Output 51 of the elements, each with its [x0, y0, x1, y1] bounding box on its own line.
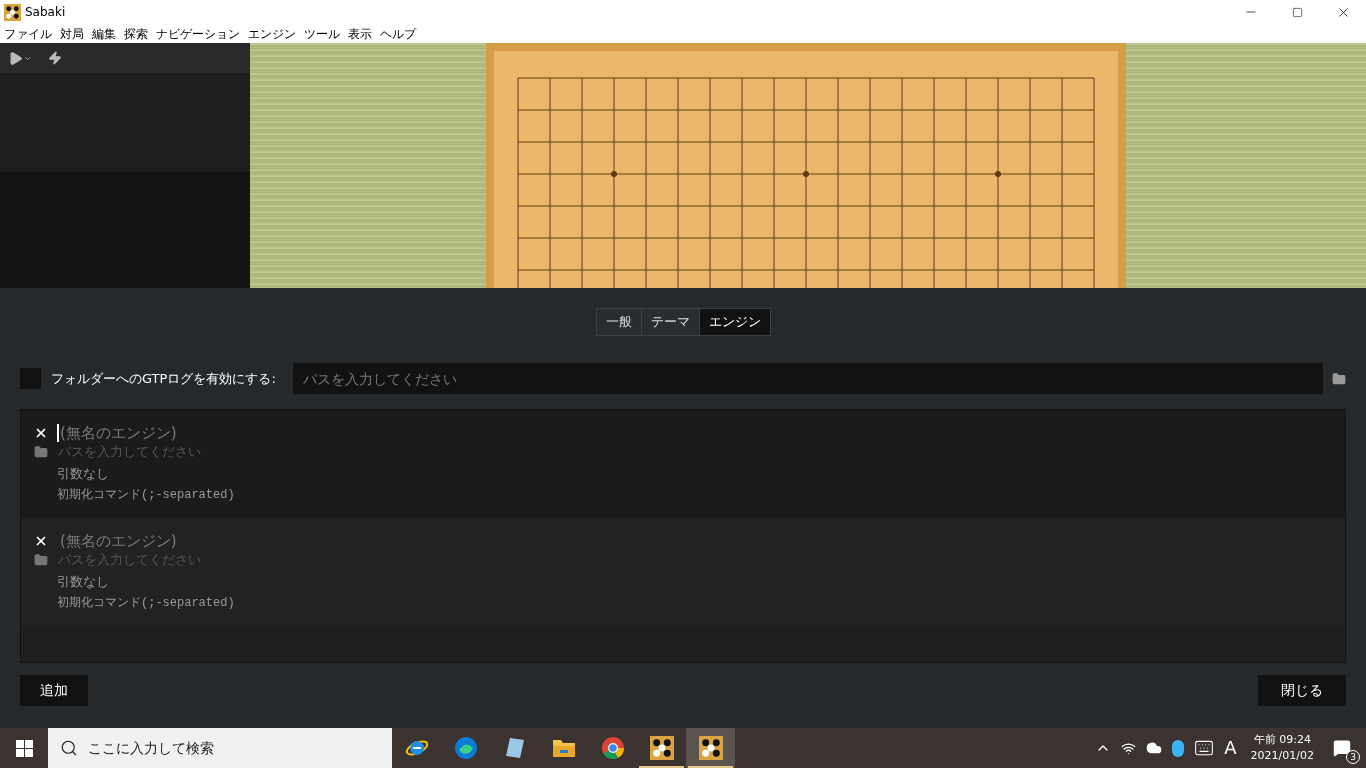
menu-item[interactable]: エンジン [248, 27, 296, 40]
oval-tray-icon[interactable] [1172, 739, 1185, 757]
folder-icon [551, 737, 576, 759]
search-icon [60, 739, 78, 757]
menu-item[interactable]: 探索 [124, 27, 148, 40]
notepad-icon [503, 736, 526, 760]
close-dialog-button[interactable]: 閉じる [1258, 675, 1346, 706]
folder-icon[interactable] [34, 553, 48, 567]
keyboard-icon[interactable] [1194, 738, 1215, 758]
taskbar-app-button[interactable] [686, 728, 735, 768]
folder-icon[interactable] [1332, 371, 1346, 386]
wave-circle-icon [453, 736, 478, 760]
folder-icon[interactable] [34, 445, 48, 459]
engine-name-field[interactable]: (無名のエンジン) [59, 529, 1333, 553]
remove-icon[interactable] [34, 426, 48, 440]
taskbar-search-field[interactable]: ここに入力して検索 [48, 728, 392, 768]
path-input-field[interactable]: パスを入力してください [292, 363, 1323, 394]
menu-item[interactable]: ツール [304, 27, 340, 40]
go-board-icon [698, 736, 723, 760]
checkbox[interactable] [20, 368, 41, 389]
add-button[interactable]: 追加 [20, 675, 88, 706]
restore-icon [1291, 6, 1303, 18]
tab[interactable]: テーマ [640, 309, 699, 335]
wifi-icon[interactable] [1121, 740, 1137, 756]
menu-item[interactable]: 編集 [92, 27, 116, 40]
ime-indicator[interactable]: A [1224, 739, 1237, 757]
remove-icon[interactable] [34, 534, 48, 548]
menu-item[interactable]: 対局 [60, 27, 84, 40]
lightning-icon[interactable] [48, 51, 62, 65]
engine-arguments-field[interactable]: 引数なし [57, 571, 1333, 592]
engine-commands-field[interactable]: 初期化コマンド(;-separated) [57, 592, 1333, 614]
engine-name-field[interactable]: (無名のエンジン) [59, 421, 1333, 445]
engine-commands-field[interactable]: 初期化コマンド(;-separated) [57, 484, 1333, 506]
menu-item[interactable]: ファイル [4, 27, 52, 40]
go-board-icon [649, 736, 674, 760]
clock[interactable]: 午前 09:24 2021/01/02 [1246, 732, 1318, 764]
app-logo-icon [4, 3, 21, 21]
play-menu-button[interactable] [8, 50, 32, 66]
menu-item[interactable]: 表示 [348, 27, 372, 40]
tab[interactable]: 一般 [596, 309, 641, 335]
notification-count: 3 [1346, 750, 1360, 764]
engine-arguments-field[interactable]: 引数なし [57, 463, 1333, 484]
checkbox-label: フォルダーへのGTPログを有効にする: [51, 369, 276, 388]
cloud-icon[interactable] [1146, 740, 1163, 756]
tab[interactable]: エンジン [698, 309, 770, 335]
window-title: Sabaki [25, 4, 66, 21]
menu-item[interactable]: ヘルプ [380, 27, 416, 40]
circle-logo-icon [600, 736, 625, 760]
play-icon [8, 50, 23, 66]
menu-item[interactable]: ナビゲーション [156, 27, 240, 40]
windows-logo-icon [15, 739, 33, 757]
